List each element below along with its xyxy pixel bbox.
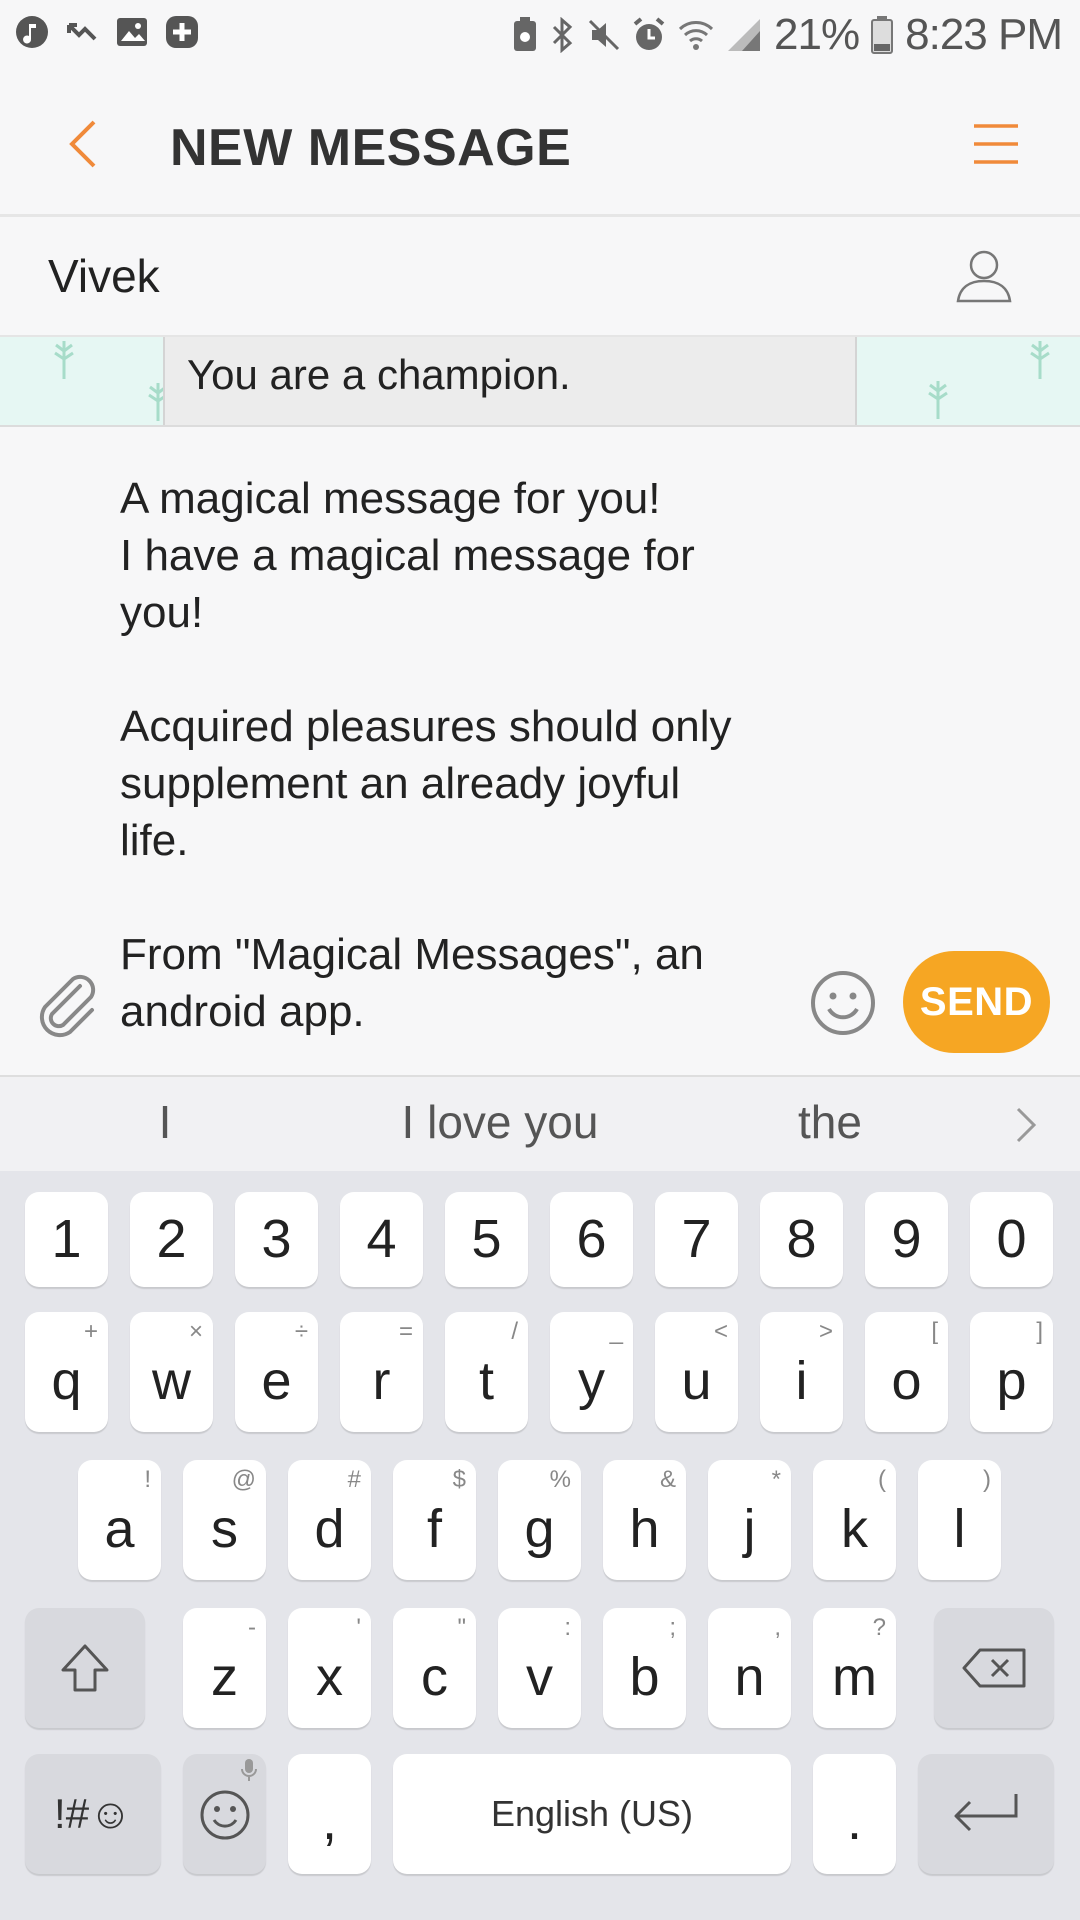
key-d[interactable]: # d xyxy=(288,1460,371,1580)
key-r[interactable]: = r xyxy=(340,1312,423,1432)
key-z[interactable]: -z xyxy=(183,1608,266,1728)
key-8[interactable]: 8 xyxy=(760,1192,843,1287)
suggestion-item[interactable]: the xyxy=(770,1095,890,1149)
menu-button[interactable] xyxy=(972,120,1020,168)
key-9[interactable]: 9 xyxy=(865,1192,948,1287)
enter-key[interactable] xyxy=(918,1754,1054,1874)
key-t[interactable]: / t xyxy=(445,1312,528,1432)
back-button[interactable] xyxy=(60,116,108,172)
comma-key[interactable]: , xyxy=(288,1754,371,1874)
backspace-key[interactable] xyxy=(934,1608,1054,1728)
smiley-icon xyxy=(811,971,875,1035)
key-q[interactable]: + q xyxy=(25,1312,108,1432)
attach-button[interactable] xyxy=(32,968,104,1040)
mic-icon xyxy=(241,1759,257,1781)
key-p[interactable]: ] p xyxy=(970,1312,1053,1432)
message-text: You are a champion. xyxy=(187,351,571,398)
page-title: NEW MESSAGE xyxy=(170,119,572,177)
emoji-button[interactable] xyxy=(808,968,878,1038)
key-3[interactable]: 3 xyxy=(235,1192,318,1287)
key-x[interactable]: ' x xyxy=(288,1608,371,1728)
key-i[interactable]: > i xyxy=(760,1312,843,1432)
key-b[interactable]: ; b xyxy=(603,1608,686,1728)
key-l[interactable]: ) l xyxy=(918,1460,1001,1580)
bluetooth-icon xyxy=(552,17,573,53)
contacts-button[interactable] xyxy=(954,245,1014,305)
mute-icon xyxy=(588,19,620,51)
hamburger-menu-icon xyxy=(974,124,1018,164)
key-k[interactable]: (k xyxy=(813,1460,896,1580)
key-2[interactable]: 2 xyxy=(130,1192,213,1287)
key-a[interactable]: ! a xyxy=(78,1460,161,1580)
app-bar: NEW MESSAGE xyxy=(0,72,1080,217)
key-g[interactable]: % g xyxy=(498,1460,581,1580)
period-key[interactable]: . xyxy=(813,1754,896,1874)
shift-key[interactable] xyxy=(25,1608,145,1728)
key-y[interactable]: _ y xyxy=(550,1312,633,1432)
leaf-decoration-icon xyxy=(928,381,948,419)
wifi-icon xyxy=(679,21,714,50)
back-arrow-icon xyxy=(69,120,96,168)
paperclip-icon xyxy=(39,974,96,1038)
music-icon xyxy=(14,14,50,50)
clock: 8:23 PM xyxy=(905,10,1063,59)
space-key[interactable]: English (US) xyxy=(393,1754,791,1874)
key-h[interactable]: & h xyxy=(603,1460,686,1580)
key-m[interactable]: ? m xyxy=(813,1608,896,1728)
keyboard: 1 2 3 4 5 6 7 8 9 0 + q × w ÷ e = r / t _ y < u… xyxy=(0,1171,1080,1920)
recipient-field[interactable]: Vivek xyxy=(0,217,1080,337)
leaf-decoration-icon xyxy=(1030,341,1050,379)
message-thread: You are a champion. xyxy=(0,337,1080,427)
key-1[interactable]: 1 xyxy=(25,1192,108,1287)
key-e[interactable]: ÷ e xyxy=(235,1312,318,1432)
shift-icon xyxy=(61,1644,109,1692)
smiley-icon xyxy=(200,1790,250,1840)
key-5[interactable]: 5 xyxy=(445,1192,528,1287)
signal-icon xyxy=(728,19,761,51)
contact-icon xyxy=(956,250,1012,303)
suggestion-item[interactable]: I love you xyxy=(365,1095,635,1149)
key-7[interactable]: 7 xyxy=(655,1192,738,1287)
leaf-decoration-icon xyxy=(54,341,74,379)
symbols-key[interactable]: !#☺ xyxy=(25,1754,161,1874)
key-o[interactable]: [o xyxy=(865,1312,948,1432)
status-bar: 21% 8:23 PM xyxy=(0,0,1080,72)
key-j[interactable]: * j xyxy=(708,1460,791,1580)
chevron-right-icon[interactable] xyxy=(1012,1105,1040,1145)
key-c[interactable]: " c xyxy=(393,1608,476,1728)
missed-call-icon xyxy=(64,14,100,50)
battery-icon xyxy=(871,16,894,54)
send-button[interactable]: SEND xyxy=(903,951,1050,1053)
key-w[interactable]: × w xyxy=(130,1312,213,1432)
key-s[interactable]: @ s xyxy=(183,1460,266,1580)
backspace-icon xyxy=(962,1648,1026,1688)
key-v[interactable]: :v xyxy=(498,1608,581,1728)
key-0[interactable]: 0 xyxy=(970,1192,1053,1287)
recipient-name: Vivek xyxy=(48,250,160,302)
key-n[interactable]: ,n xyxy=(708,1608,791,1728)
key-f[interactable]: $ f xyxy=(393,1460,476,1580)
plus-app-icon xyxy=(164,14,200,50)
battery-saver-icon xyxy=(514,17,537,51)
enter-icon xyxy=(954,1794,1018,1832)
suggestion-item[interactable]: I xyxy=(145,1095,185,1149)
message-input[interactable]: A magical message for you! I have a magi… xyxy=(120,470,760,1040)
gallery-icon xyxy=(114,14,150,50)
emoji-key[interactable] xyxy=(183,1754,266,1874)
key-u[interactable]: < u xyxy=(655,1312,738,1432)
message-bubble[interactable]: You are a champion. xyxy=(163,337,857,425)
key-4[interactable]: 4 xyxy=(340,1192,423,1287)
battery-percent: 21% xyxy=(774,10,860,59)
key-6[interactable]: 6 xyxy=(550,1192,633,1287)
alarm-icon xyxy=(633,17,665,50)
suggestion-bar: I I love you the xyxy=(0,1075,1080,1173)
